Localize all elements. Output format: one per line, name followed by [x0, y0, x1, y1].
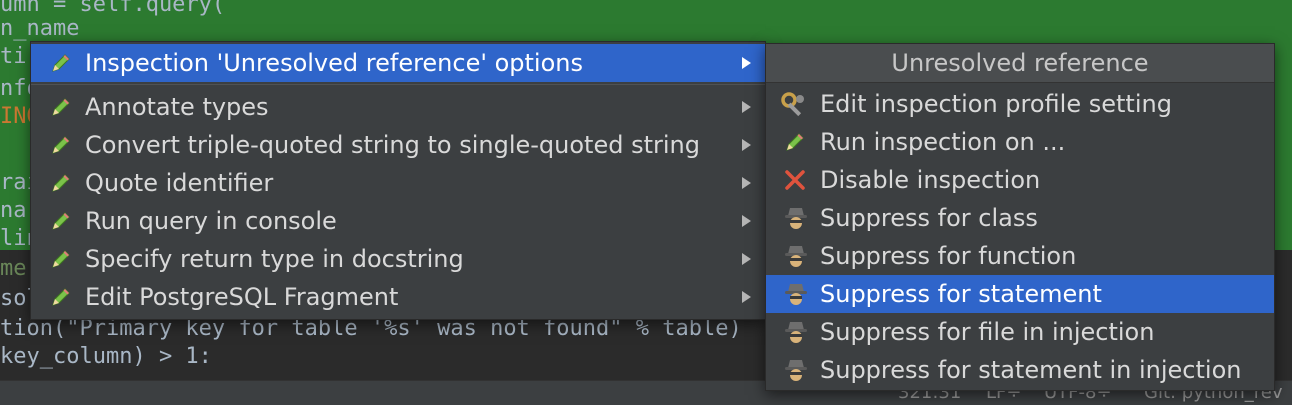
menu-item-label: Run query in console — [85, 207, 337, 235]
suppress-icon — [783, 281, 809, 307]
suppress-icon — [783, 205, 809, 231]
menu-item-label: Convert triple-quoted string to single-q… — [85, 131, 700, 159]
menu-item-label: Inspection 'Unresolved reference' option… — [85, 49, 583, 77]
menu-item-inspection-options[interactable]: Inspection 'Unresolved reference' option… — [31, 44, 765, 82]
menu-item-label: Specify return type in docstring — [85, 245, 464, 273]
pencil-icon — [49, 51, 73, 75]
code-line: key_column) > 1: — [0, 344, 212, 369]
submenu-arrow-icon — [742, 57, 751, 69]
menu-item-edit-postgresql-fragment[interactable]: Edit PostgreSQL Fragment — [31, 278, 765, 316]
menu-item-label: Suppress for file in injection — [820, 318, 1155, 346]
suppress-icon — [783, 319, 809, 345]
menu-item-suppress-statement[interactable]: Suppress for statement — [766, 275, 1274, 313]
menu-item-label: Suppress for class — [820, 204, 1038, 232]
submenu-arrow-icon — [742, 215, 751, 227]
pencil-icon — [49, 209, 73, 233]
unresolved-reference-submenu: Unresolved reference Edit inspection pro… — [765, 43, 1275, 391]
menu-item-label: Run inspection on ... — [820, 128, 1066, 156]
submenu-arrow-icon — [742, 253, 751, 265]
submenu-arrow-icon — [742, 101, 751, 113]
menu-item-specify-return-type[interactable]: Specify return type in docstring — [31, 240, 765, 278]
menu-item-label: Suppress for statement in injection — [820, 356, 1242, 384]
menu-item-suppress-file-injection[interactable]: Suppress for file in injection — [766, 313, 1274, 351]
wrench-icon — [780, 91, 808, 119]
menu-item-label: Disable inspection — [820, 166, 1041, 194]
suppress-icon — [783, 357, 809, 383]
close-icon — [783, 168, 807, 192]
pencil-icon — [49, 171, 73, 195]
menu-item-label: Edit PostgreSQL Fragment — [85, 283, 399, 311]
menu-item-suppress-statement-injection[interactable]: Suppress for statement in injection — [766, 351, 1274, 389]
menu-item-label: Annotate types — [85, 93, 269, 121]
pencil-icon — [783, 130, 807, 154]
menu-item-suppress-class[interactable]: Suppress for class — [766, 199, 1274, 237]
suppress-icon — [783, 243, 809, 269]
pencil-icon — [49, 247, 73, 271]
menu-item-label: Quote identifier — [85, 169, 274, 197]
menu-separator — [31, 84, 765, 85]
submenu-arrow-icon — [742, 139, 751, 151]
submenu-title: Unresolved reference — [766, 44, 1274, 83]
menu-item-edit-inspection-profile[interactable]: Edit inspection profile setting — [766, 85, 1274, 123]
intention-actions-menu: Inspection 'Unresolved reference' option… — [30, 41, 766, 320]
pencil-icon — [49, 285, 73, 309]
menu-item-label: Suppress for statement — [820, 280, 1102, 308]
submenu-arrow-icon — [742, 291, 751, 303]
menu-item-quote-identifier[interactable]: Quote identifier — [31, 164, 765, 202]
pencil-icon — [49, 133, 73, 157]
menu-item-convert-string[interactable]: Convert triple-quoted string to single-q… — [31, 126, 765, 164]
menu-item-run-query[interactable]: Run query in console — [31, 202, 765, 240]
menu-item-label: Suppress for function — [820, 242, 1077, 270]
menu-item-annotate-types[interactable]: Annotate types — [31, 88, 765, 126]
menu-item-label: Edit inspection profile setting — [820, 90, 1172, 118]
menu-item-disable-inspection[interactable]: Disable inspection — [766, 161, 1274, 199]
menu-item-run-inspection[interactable]: Run inspection on ... — [766, 123, 1274, 161]
submenu-arrow-icon — [742, 177, 751, 189]
pencil-icon — [49, 95, 73, 119]
menu-item-suppress-function[interactable]: Suppress for function — [766, 237, 1274, 275]
